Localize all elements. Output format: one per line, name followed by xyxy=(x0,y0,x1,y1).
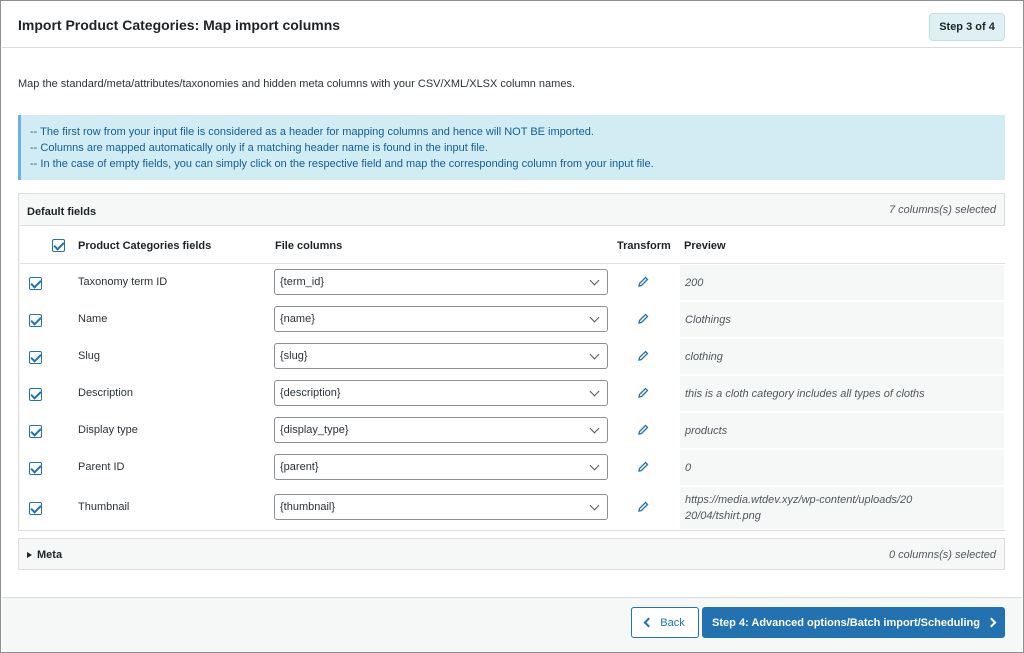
file-column-select[interactable]: {description} xyxy=(274,380,608,406)
column-header-fields: Product Categories fields xyxy=(78,240,212,252)
page-header: Import Product Categories: Map import co… xyxy=(2,2,1022,48)
select-value: {slug} xyxy=(280,350,308,362)
table-row: Thumbnail {thumbnail} https://media.wtde… xyxy=(20,486,1005,530)
file-column-select[interactable]: {name} xyxy=(274,306,608,332)
table-row: Taxonomy term ID {term_id} 200 xyxy=(20,264,1005,301)
select-value: {thumbnail} xyxy=(280,501,336,513)
wizard-footer: Back Step 4: Advanced options/Batch impo… xyxy=(2,597,1022,652)
chevron-down-icon xyxy=(589,500,600,511)
page-title: Import Product Categories: Map import co… xyxy=(18,17,341,33)
default-fields-title: Default fields xyxy=(27,206,97,218)
file-column-select[interactable]: {term_id} xyxy=(274,269,608,295)
notice-line: -- In the case of empty fields, you can … xyxy=(30,158,654,170)
pencil-icon[interactable] xyxy=(637,501,649,513)
table-row: Display type {display_type} products xyxy=(20,412,1005,449)
file-column-select[interactable]: {parent} xyxy=(274,454,608,480)
preview-value: https://media.wtdev.xyz/wp-content/uploa… xyxy=(680,487,1004,529)
field-label: Thumbnail xyxy=(78,501,130,513)
chevron-down-icon xyxy=(589,349,600,360)
preview-value: clothing xyxy=(680,339,1004,374)
notice-line: -- The first row from your input file is… xyxy=(30,126,594,138)
file-column-select[interactable]: {thumbnail} xyxy=(274,494,608,520)
preview-value: products xyxy=(680,413,1004,448)
chevron-down-icon xyxy=(589,312,600,323)
select-value: {name} xyxy=(280,313,315,325)
chevron-left-icon xyxy=(643,617,654,628)
preview-value: Clothings xyxy=(680,302,1004,337)
file-column-select[interactable]: {slug} xyxy=(274,343,608,369)
row-checkbox[interactable] xyxy=(29,462,42,475)
table-row: Name {name} Clothings xyxy=(20,301,1005,338)
select-all-checkbox[interactable] xyxy=(52,239,65,252)
row-checkbox[interactable] xyxy=(29,314,42,327)
row-checkbox[interactable] xyxy=(29,425,42,438)
file-column-select[interactable]: {display_type} xyxy=(274,417,608,443)
next-step-button[interactable]: Step 4: Advanced options/Batch import/Sc… xyxy=(702,607,1005,638)
meta-title: Meta xyxy=(37,549,63,561)
chevron-right-icon xyxy=(986,617,997,628)
chevron-down-icon xyxy=(589,460,600,471)
back-button[interactable]: Back xyxy=(631,607,699,638)
field-label: Slug xyxy=(78,350,101,362)
mapping-description: Map the standard/meta/attributes/taxonom… xyxy=(18,78,576,90)
chevron-down-icon xyxy=(589,275,600,286)
select-value: {display_type} xyxy=(280,424,349,436)
default-fields-count: 7 columns(s) selected xyxy=(889,204,996,216)
info-notice: -- The first row from your input file is… xyxy=(18,115,1005,180)
field-label: Display type xyxy=(78,424,138,436)
pencil-icon[interactable] xyxy=(637,461,649,473)
preview-value: 200 xyxy=(680,265,1004,300)
notice-line: -- Columns are mapped automatically only… xyxy=(30,142,488,154)
step-badge: Step 3 of 4 xyxy=(929,13,1005,41)
chevron-down-icon xyxy=(589,386,600,397)
import-wizard-panel: Import Product Categories: Map import co… xyxy=(0,0,1024,653)
chevron-down-icon xyxy=(589,423,600,434)
caret-right-icon xyxy=(27,552,32,558)
meta-count: 0 columns(s) selected xyxy=(889,549,996,561)
table-row: Parent ID {parent} 0 xyxy=(20,449,1005,486)
field-label: Parent ID xyxy=(78,461,125,473)
mapping-table: Product Categories fields File columns T… xyxy=(20,225,1005,530)
table-row: Description {description} this is a clot… xyxy=(20,375,1005,412)
row-checkbox[interactable] xyxy=(29,277,42,290)
meta-toggle[interactable]: Meta xyxy=(27,549,62,561)
preview-value: this is a cloth category includes all ty… xyxy=(680,376,1004,411)
table-row: Slug {slug} clothing xyxy=(20,338,1005,375)
field-label: Description xyxy=(78,387,134,399)
pencil-icon[interactable] xyxy=(637,313,649,325)
column-header-file-columns: File columns xyxy=(275,240,343,252)
field-label: Taxonomy term ID xyxy=(78,276,168,288)
meta-section: Meta 0 columns(s) selected xyxy=(18,538,1005,570)
pencil-icon[interactable] xyxy=(637,350,649,362)
pencil-icon[interactable] xyxy=(637,424,649,436)
select-value: {description} xyxy=(280,387,341,399)
back-button-label: Back xyxy=(660,616,685,629)
pencil-icon[interactable] xyxy=(637,276,649,288)
pencil-icon[interactable] xyxy=(637,387,649,399)
next-step-button-label: Step 4: Advanced options/Batch import/Sc… xyxy=(712,616,980,629)
column-header-preview: Preview xyxy=(684,240,726,252)
select-value: {term_id} xyxy=(280,276,325,288)
row-checkbox[interactable] xyxy=(29,351,42,364)
column-header-transform: Transform xyxy=(617,240,671,252)
field-label: Name xyxy=(78,313,108,325)
row-checkbox[interactable] xyxy=(29,502,42,515)
default-fields-section: Default fields 7 columns(s) selected Pro… xyxy=(18,193,1005,531)
select-value: {parent} xyxy=(280,461,319,473)
preview-value: 0 xyxy=(680,450,1004,485)
row-checkbox[interactable] xyxy=(29,388,42,401)
